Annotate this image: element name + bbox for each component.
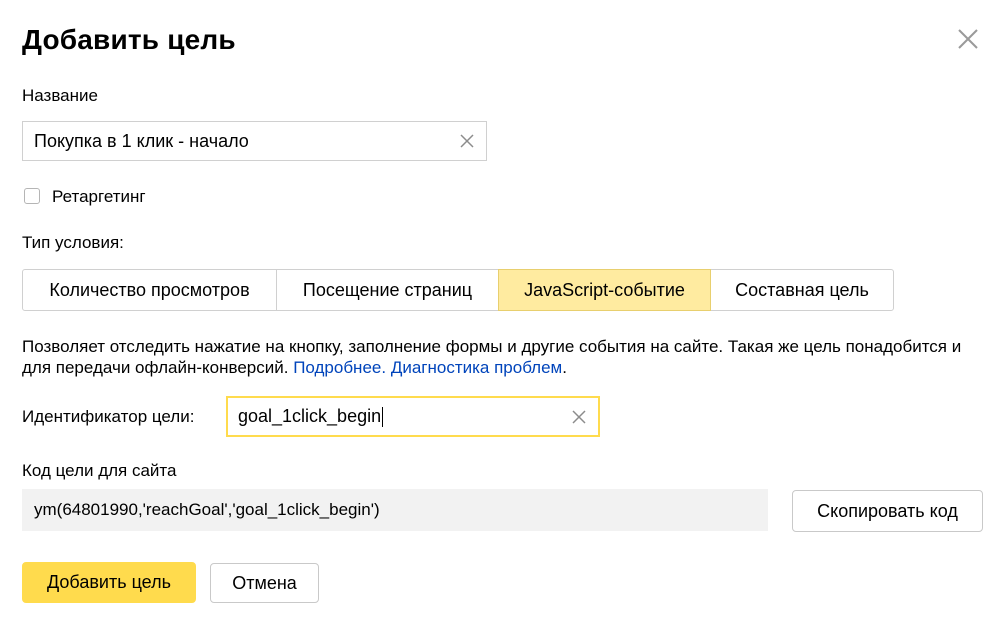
close-icon[interactable]: [955, 26, 981, 52]
tab-composite-goal[interactable]: Составная цель: [710, 269, 894, 311]
goal-code-box[interactable]: ym(64801990,'reachGoal','goal_1click_beg…: [22, 489, 768, 531]
dialog-title: Добавить цель: [22, 24, 236, 55]
name-input[interactable]: Покупка в 1 клик - начало: [22, 121, 487, 161]
name-input-value: Покупка в 1 клик - начало: [34, 130, 249, 151]
condition-type-label: Тип условия:: [22, 233, 124, 252]
tab-javascript-event[interactable]: JavaScript-событие: [498, 269, 711, 311]
clear-icon[interactable]: [456, 130, 478, 152]
condition-type-selector: Количество просмотров Посещение страниц …: [22, 269, 894, 311]
diagnostics-link[interactable]: Диагностика проблем: [391, 358, 562, 377]
retargeting-label: Ретаргетинг: [52, 187, 146, 206]
description-tail: .: [562, 358, 567, 377]
goal-id-input-value: goal_1click_begin: [238, 405, 382, 426]
name-label: Название: [22, 86, 98, 105]
cancel-button[interactable]: Отмена: [210, 563, 319, 603]
description: Позволяет отследить нажатие на кнопку, з…: [22, 336, 982, 378]
clear-icon[interactable]: [568, 406, 590, 428]
more-link[interactable]: Подробнее.: [293, 358, 386, 377]
add-goal-button[interactable]: Добавить цель: [22, 562, 196, 603]
text-caret: [382, 407, 384, 428]
tab-page-visits[interactable]: Посещение страниц: [276, 269, 499, 311]
goal-id-input[interactable]: goal_1click_begin: [226, 396, 600, 437]
goal-id-label: Идентификатор цели:: [22, 407, 195, 426]
copy-code-button[interactable]: Скопировать код: [792, 490, 983, 532]
retargeting-checkbox[interactable]: [24, 188, 40, 204]
site-code-label: Код цели для сайта: [22, 461, 177, 480]
goal-id-input-wrap: goal_1click_begin: [238, 405, 568, 428]
tab-page-views[interactable]: Количество просмотров: [22, 269, 277, 311]
